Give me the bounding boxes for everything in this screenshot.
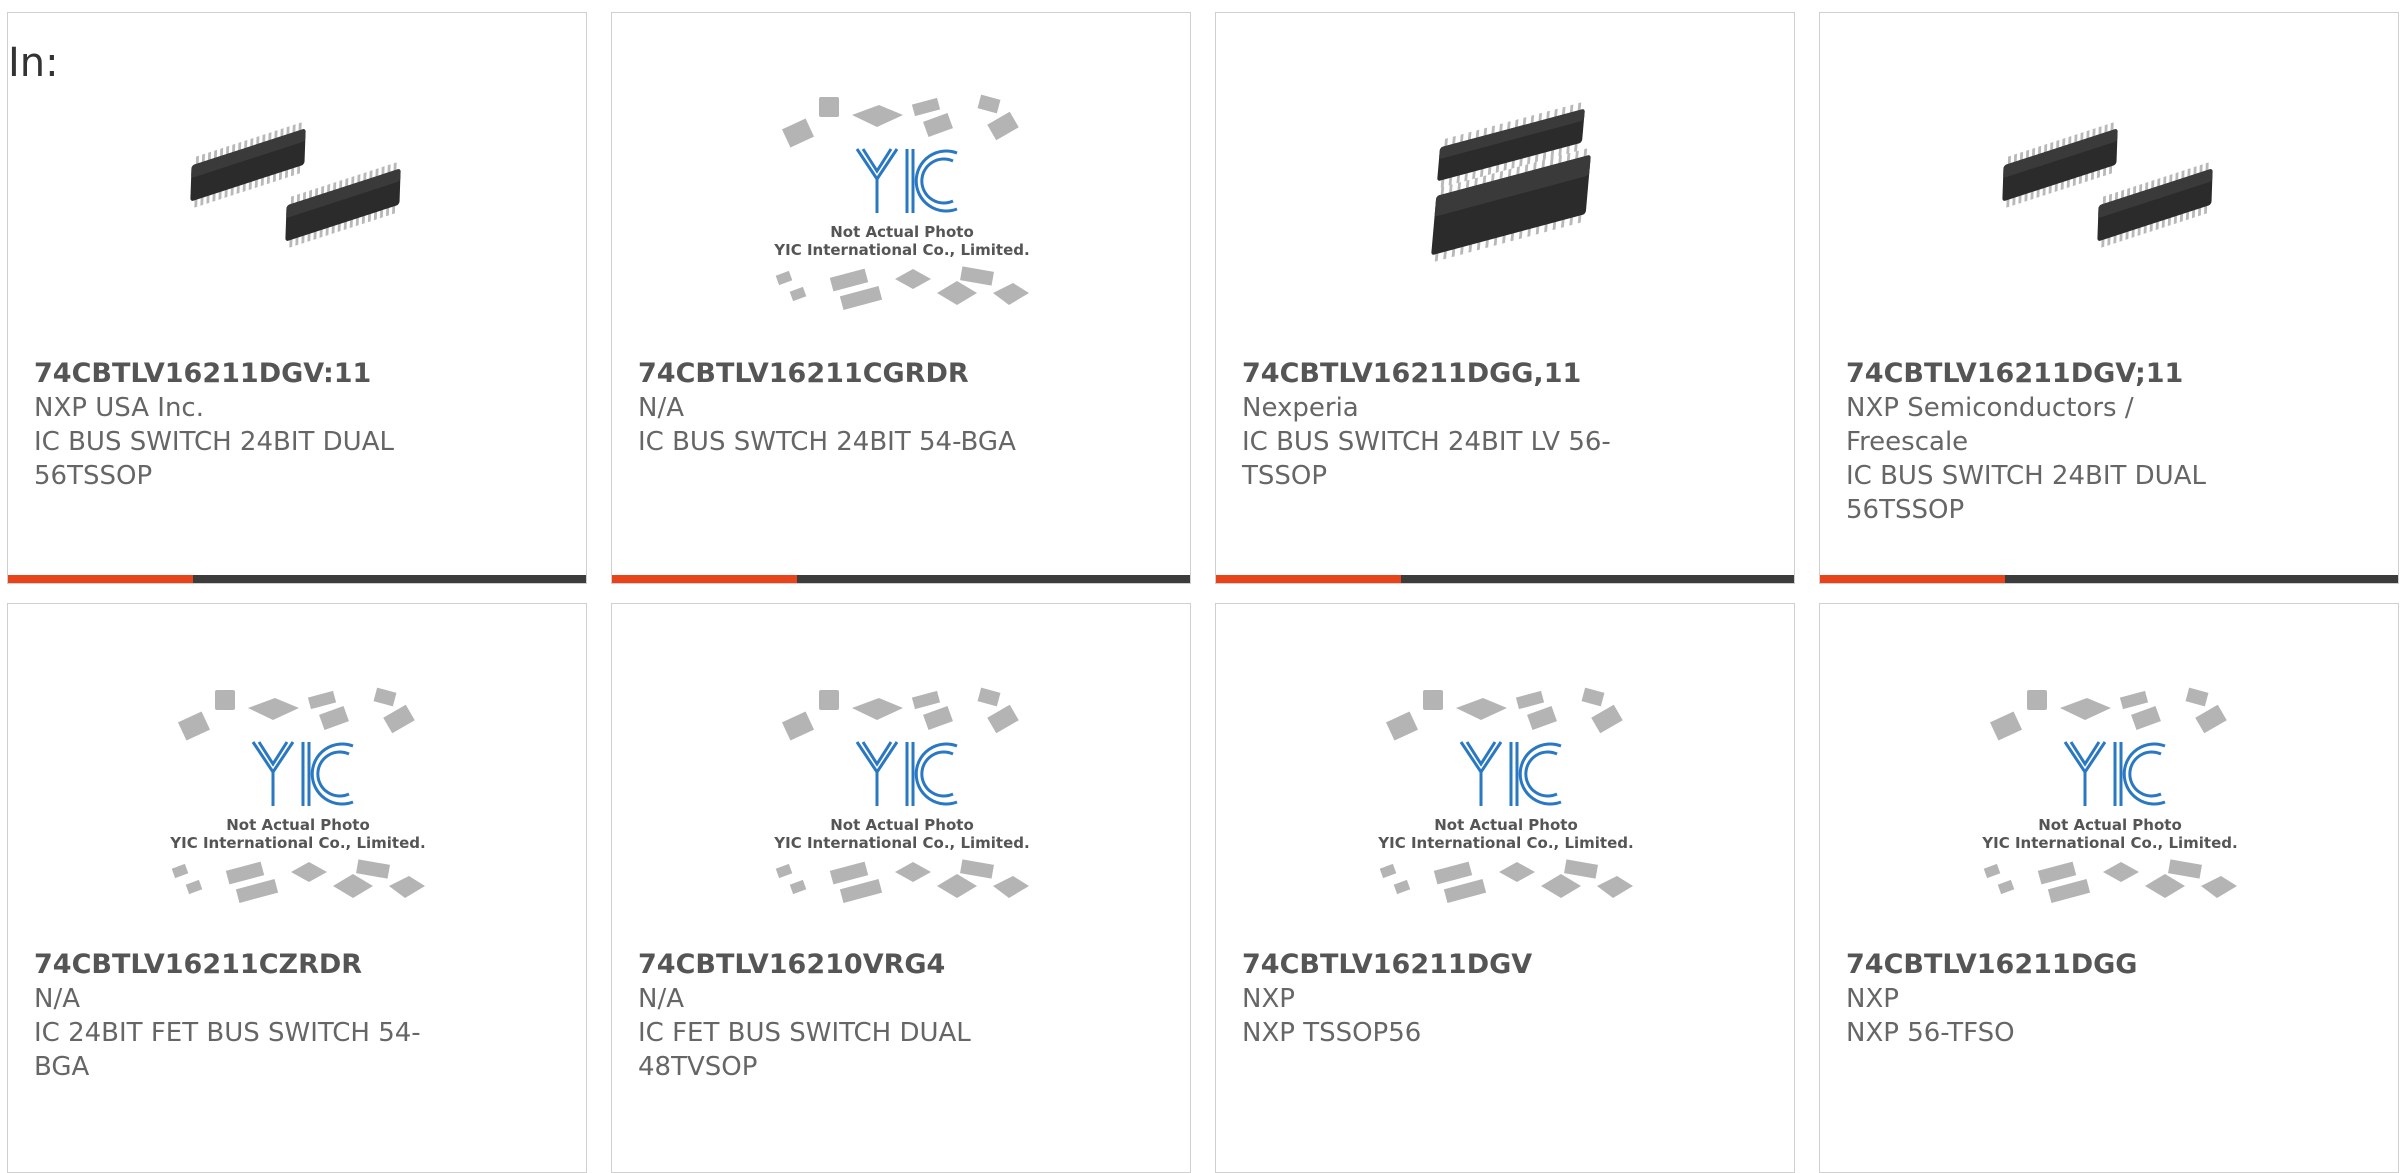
manufacturer: NXP	[1242, 984, 1295, 1014]
progress-fill	[612, 575, 797, 583]
chip-photo	[1431, 102, 1591, 262]
product-image[interactable]	[1361, 93, 1651, 323]
product-image[interactable]: Not Actual Photo YIC International Co., …	[757, 686, 1047, 916]
placeholder-caption-line2: YIC International Co., Limited.	[1981, 834, 2237, 852]
part-number[interactable]: 74CBTLV16211DGV:11	[34, 357, 434, 391]
part-number[interactable]: 74CBTLV16211DGG	[1846, 948, 2246, 982]
description: IC BUS SWITCH 24BIT DUAL 56TSSOP	[34, 427, 394, 491]
chip-photo	[190, 122, 401, 248]
description: IC BUS SWITCH 24BIT LV 56-TSSOP	[1242, 427, 1611, 491]
manufacturer: N/A	[638, 984, 684, 1014]
yic-placeholder-image: Not Actual Photo YIC International Co., …	[773, 94, 1030, 310]
progress-bar	[612, 575, 1190, 583]
manufacturer: NXP USA Inc.	[34, 393, 204, 423]
yic-placeholder-image: Not Actual Photo YIC International Co., …	[773, 687, 1030, 903]
placeholder-caption-line1: Not Actual Photo	[830, 223, 974, 241]
chip-photo	[2002, 122, 2213, 248]
yic-placeholder-image: Not Actual Photo YIC International Co., …	[1981, 687, 2238, 903]
placeholder-caption-line1: Not Actual Photo	[1434, 816, 1578, 834]
description: IC 24BIT FET BUS SWITCH 54-BGA	[34, 1018, 421, 1082]
product-image[interactable]	[153, 93, 443, 323]
part-number[interactable]: 74CBTLV16211DGV;11	[1846, 357, 2246, 391]
description: IC BUS SWTCH 24BIT 54-BGA	[638, 427, 1016, 457]
part-number[interactable]: 74CBTLV16211DGG,11	[1242, 357, 1642, 391]
manufacturer: NXP Semiconductors / Freescale	[1846, 393, 2134, 457]
product-image[interactable]: Not Actual Photo YIC International Co., …	[153, 686, 443, 916]
product-image[interactable]	[1965, 93, 2255, 323]
manufacturer: N/A	[638, 393, 684, 423]
progress-fill	[8, 575, 193, 583]
manufacturer: NXP	[1846, 984, 1899, 1014]
part-number[interactable]: 74CBTLV16211DGV	[1242, 948, 1642, 982]
placeholder-caption-line2: YIC International Co., Limited.	[773, 241, 1029, 259]
part-number[interactable]: 74CBTLV16211CZRDR	[34, 948, 434, 982]
product-card[interactable]: 74CBTLV16211DGV:11 NXP USA Inc. IC BUS S…	[7, 12, 587, 584]
placeholder-caption-line2: YIC International Co., Limited.	[169, 834, 425, 852]
progress-bar	[1216, 575, 1794, 583]
placeholder-caption-line1: Not Actual Photo	[226, 816, 370, 834]
page-label: In:	[8, 40, 59, 86]
product-card[interactable]: 74CBTLV16211DGV;11 NXP Semiconductors / …	[1819, 12, 2399, 584]
progress-bar	[1820, 575, 2398, 583]
product-card[interactable]: Not Actual Photo YIC International Co., …	[611, 603, 1191, 1173]
manufacturer: N/A	[34, 984, 80, 1014]
placeholder-caption-line2: YIC International Co., Limited.	[1377, 834, 1633, 852]
product-card[interactable]: Not Actual Photo YIC International Co., …	[611, 12, 1191, 584]
product-card[interactable]: 74CBTLV16211DGG,11 Nexperia IC BUS SWITC…	[1215, 12, 1795, 584]
product-image[interactable]: Not Actual Photo YIC International Co., …	[1965, 686, 2255, 916]
placeholder-caption-line2: YIC International Co., Limited.	[773, 834, 1029, 852]
product-image[interactable]: Not Actual Photo YIC International Co., …	[757, 93, 1047, 323]
part-number[interactable]: 74CBTLV16210VRG4	[638, 948, 1038, 982]
progress-bar	[8, 575, 586, 583]
description: IC FET BUS SWITCH DUAL 48TVSOP	[638, 1018, 971, 1082]
product-card[interactable]: Not Actual Photo YIC International Co., …	[1819, 603, 2399, 1173]
description: NXP TSSOP56	[1242, 1018, 1422, 1048]
placeholder-caption-line1: Not Actual Photo	[830, 816, 974, 834]
placeholder-caption-line1: Not Actual Photo	[2038, 816, 2182, 834]
description: NXP 56-TFSO	[1846, 1018, 2015, 1048]
progress-fill	[1820, 575, 2005, 583]
description: IC BUS SWITCH 24BIT DUAL 56TSSOP	[1846, 461, 2206, 525]
progress-fill	[1216, 575, 1401, 583]
manufacturer: Nexperia	[1242, 393, 1359, 423]
product-card[interactable]: Not Actual Photo YIC International Co., …	[1215, 603, 1795, 1173]
product-card[interactable]: Not Actual Photo YIC International Co., …	[7, 603, 587, 1173]
product-image[interactable]: Not Actual Photo YIC International Co., …	[1361, 686, 1651, 916]
yic-placeholder-image: Not Actual Photo YIC International Co., …	[1377, 687, 1634, 903]
yic-placeholder-image: Not Actual Photo YIC International Co., …	[169, 687, 426, 903]
part-number[interactable]: 74CBTLV16211CGRDR	[638, 357, 1038, 391]
